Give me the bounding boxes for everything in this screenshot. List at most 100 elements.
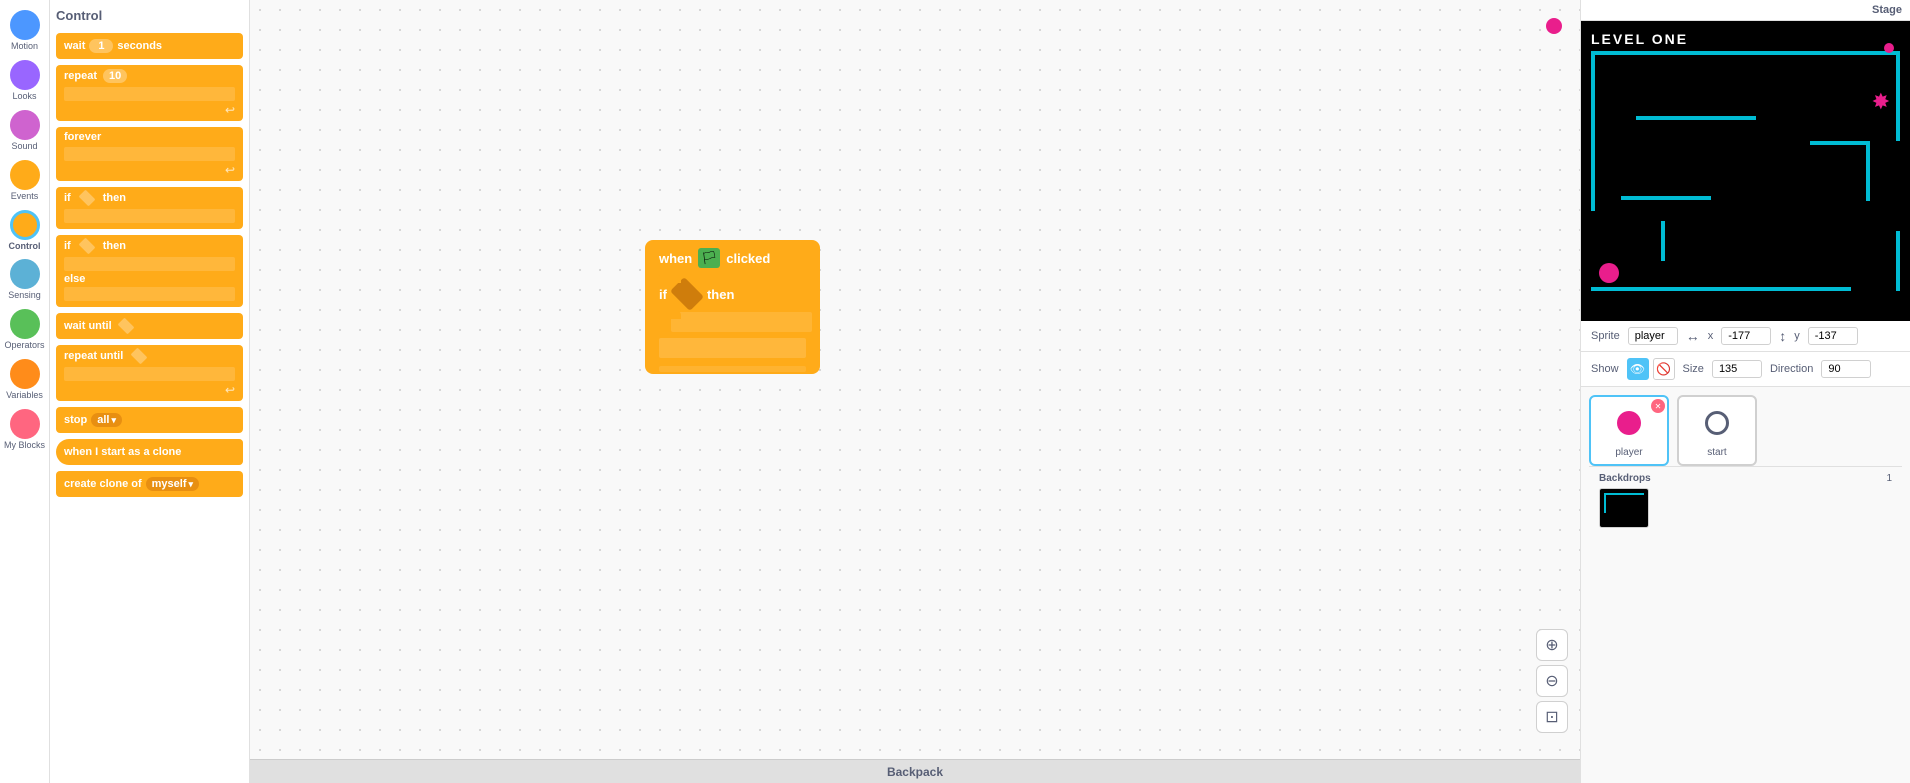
show-label: Show bbox=[1591, 363, 1619, 375]
condition-diamond-1 bbox=[78, 190, 95, 207]
clone-chevron: ▾ bbox=[189, 479, 194, 490]
operators-label: Operators bbox=[4, 341, 44, 351]
if-then-canvas-block[interactable]: if then bbox=[645, 276, 820, 364]
repeat-block[interactable]: repeat 10 ↩ bbox=[56, 65, 243, 121]
sidebar-item-sensing[interactable]: Sensing bbox=[0, 255, 49, 305]
sidebar-item-variables[interactable]: Variables bbox=[0, 355, 49, 405]
sprite-card-start[interactable]: start bbox=[1677, 395, 1757, 466]
stop-label: stop bbox=[64, 414, 87, 426]
direction-value[interactable]: 90 bbox=[1821, 360, 1871, 378]
maze-wall-8 bbox=[1661, 221, 1665, 261]
repeat-until-arrow: ↩ bbox=[225, 383, 235, 397]
sound-label: Sound bbox=[11, 142, 37, 152]
sprite-info-bar-2: Show 👁 🚫 Size 135 Direction 90 bbox=[1581, 352, 1910, 387]
backdrop-thumb[interactable] bbox=[1599, 488, 1649, 528]
motion-icon bbox=[10, 10, 40, 40]
direction-label: Direction bbox=[1770, 363, 1813, 375]
myblocks-label: My Blocks bbox=[4, 441, 45, 451]
maze-wall-5 bbox=[1636, 116, 1756, 120]
else-label: else bbox=[56, 271, 243, 287]
sidebar-item-myblocks[interactable]: My Blocks bbox=[0, 405, 49, 455]
wait-until-diamond bbox=[117, 318, 134, 335]
stop-value[interactable]: all ▾ bbox=[91, 413, 122, 427]
if-bottom bbox=[645, 332, 820, 364]
backdrops-section: Backdrops 1 bbox=[1589, 466, 1902, 534]
show-hidden-button[interactable]: 🚫 bbox=[1653, 358, 1675, 380]
variables-icon bbox=[10, 359, 40, 389]
backpack-label: Backpack bbox=[887, 765, 943, 779]
sprite-card-player[interactable]: ✕ player bbox=[1589, 395, 1669, 466]
fit-button[interactable]: ⊡ bbox=[1536, 701, 1568, 733]
if-else-block[interactable]: if then else bbox=[56, 235, 243, 307]
wait-block[interactable]: wait 1 seconds bbox=[56, 33, 243, 59]
create-clone-label: create clone of bbox=[64, 478, 142, 490]
sidebar-item-motion[interactable]: Motion bbox=[0, 6, 49, 56]
zoom-in-button[interactable]: ⊕ bbox=[1536, 629, 1568, 661]
maze-wall-2 bbox=[1896, 51, 1900, 141]
blocks-panel: Control wait 1 seconds repeat 10 ↩ forev… bbox=[50, 0, 250, 783]
repeat-value[interactable]: 10 bbox=[103, 69, 127, 83]
zoom-in-icon: ⊕ bbox=[1545, 635, 1558, 655]
maze-wall-10 bbox=[1621, 196, 1711, 200]
size-value[interactable]: 135 bbox=[1712, 360, 1762, 378]
level-label: LEVEL ONE bbox=[1591, 31, 1688, 47]
sprite-name-value[interactable]: player bbox=[1628, 327, 1678, 345]
if-then-block[interactable]: if then bbox=[56, 187, 243, 229]
events-icon bbox=[10, 160, 40, 190]
wait-value[interactable]: 1 bbox=[89, 39, 113, 53]
clone-start-block[interactable]: when I start as a clone bbox=[56, 439, 243, 465]
clone-start-label: when I start as a clone bbox=[64, 446, 181, 458]
stage-header: Stage bbox=[1581, 0, 1910, 21]
canvas-pink-dot bbox=[1546, 18, 1562, 34]
condition-diamond-2 bbox=[78, 238, 95, 255]
maze-wall-1 bbox=[1591, 51, 1801, 55]
then-label-1: then bbox=[103, 192, 126, 204]
sidebar-item-sound[interactable]: Sound bbox=[0, 106, 49, 156]
zoom-out-button[interactable]: ⊖ bbox=[1536, 665, 1568, 697]
events-label: Events bbox=[11, 192, 39, 202]
forever-block[interactable]: forever ↩ bbox=[56, 127, 243, 181]
sensing-icon bbox=[10, 259, 40, 289]
fit-icon: ⊡ bbox=[1545, 707, 1558, 727]
seconds-label: seconds bbox=[117, 40, 162, 52]
sprite-delete-player[interactable]: ✕ bbox=[1651, 399, 1665, 413]
stop-chevron: ▾ bbox=[111, 415, 116, 426]
sidebar-item-operators[interactable]: Operators bbox=[0, 305, 49, 355]
eye-closed-icon: 🚫 bbox=[1656, 362, 1671, 376]
player-thumb bbox=[1604, 403, 1654, 443]
control-icon bbox=[10, 210, 40, 240]
repeat-until-block[interactable]: repeat until ↩ bbox=[56, 345, 243, 401]
panel-title: Control bbox=[56, 8, 243, 23]
sprites-grid: ✕ player start bbox=[1589, 395, 1902, 466]
sprite-info-bar: Sprite player ↔ x -177 ↕ y -137 bbox=[1581, 321, 1910, 352]
clicked-label: clicked bbox=[726, 251, 770, 266]
x-value[interactable]: -177 bbox=[1721, 327, 1771, 345]
if-label-1: if bbox=[64, 192, 71, 204]
if-bottom-space bbox=[659, 338, 806, 358]
show-visible-button[interactable]: 👁 bbox=[1627, 358, 1649, 380]
stop-block[interactable]: stop all ▾ bbox=[56, 407, 243, 433]
canvas-block-group: when 🏳 clicked if then bbox=[645, 240, 820, 374]
zoom-out-icon: ⊖ bbox=[1545, 671, 1558, 691]
notch-out-1 bbox=[657, 275, 681, 283]
control-label: Control bbox=[9, 242, 41, 252]
stage-preview: LEVEL ONE bbox=[1581, 21, 1910, 321]
x-label: x bbox=[1708, 330, 1714, 342]
then-label-2: then bbox=[103, 240, 126, 252]
backpack-bar[interactable]: Backpack bbox=[250, 759, 1580, 783]
create-clone-block[interactable]: create clone of myself ▾ bbox=[56, 471, 243, 497]
sidebar-item-looks[interactable]: Looks bbox=[0, 56, 49, 106]
maze-wall-11 bbox=[1866, 141, 1870, 201]
sidebar-item-control[interactable]: Control bbox=[0, 206, 49, 256]
sidebar-item-events[interactable]: Events bbox=[0, 156, 49, 206]
maze-wall-7 bbox=[1896, 231, 1900, 291]
wait-until-label: wait until bbox=[64, 320, 112, 332]
y-value[interactable]: -137 bbox=[1808, 327, 1858, 345]
clone-value[interactable]: myself ▾ bbox=[146, 477, 199, 491]
sensing-label: Sensing bbox=[8, 291, 41, 301]
motion-label: Motion bbox=[11, 42, 38, 52]
operators-icon bbox=[10, 309, 40, 339]
wait-until-block[interactable]: wait until bbox=[56, 313, 243, 339]
looks-icon bbox=[10, 60, 40, 90]
start-dot-thumb bbox=[1705, 411, 1729, 435]
